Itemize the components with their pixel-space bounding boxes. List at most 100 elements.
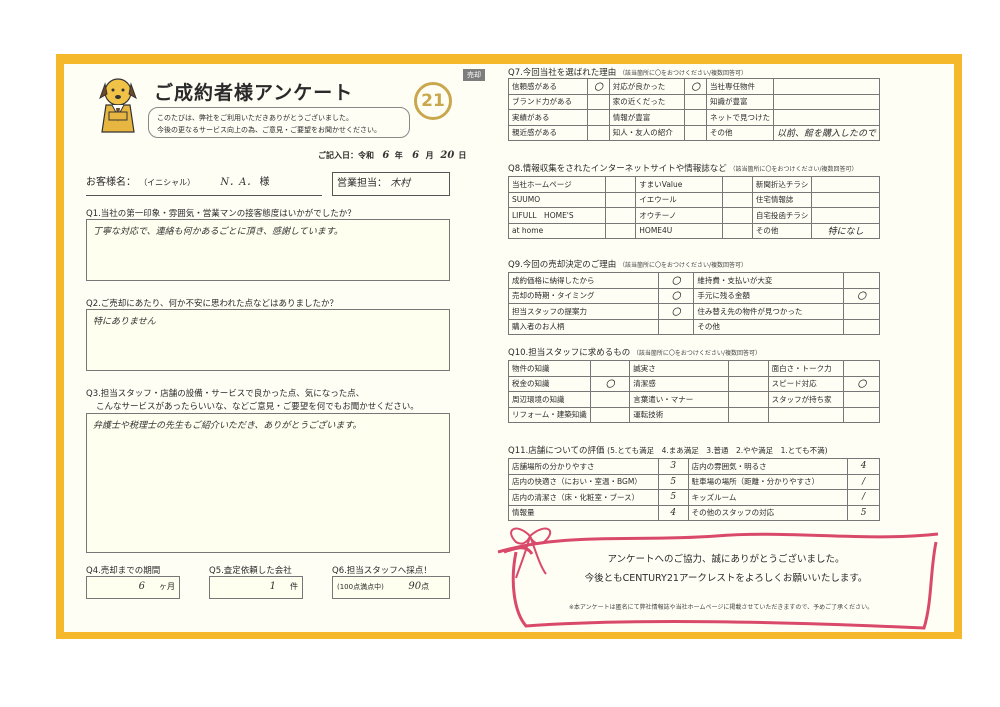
q9-option-label: 売却の時期・タイミング: [508, 287, 659, 304]
q9-answer-cell[interactable]: [843, 318, 880, 335]
q8-answer-cell[interactable]: [811, 176, 880, 193]
q10-answer-cell[interactable]: [728, 360, 769, 377]
q8-answer-cell[interactable]: [605, 191, 637, 208]
q4-label: Q4.売却までの期間: [86, 566, 161, 576]
q11-answer-cell[interactable]: /: [847, 473, 880, 490]
q11-answer-cell[interactable]: 4: [847, 458, 880, 475]
q7-answer-cell[interactable]: [772, 93, 881, 110]
q11-answer-cell[interactable]: 5: [657, 473, 689, 490]
q7-answer-cell[interactable]: [684, 93, 707, 110]
q7-row: ブランド力がある 家の近くだった 知識が豊富: [508, 93, 881, 110]
q9-answer-cell[interactable]: 〇: [657, 287, 695, 304]
form-title: ご成約者様アンケート: [154, 82, 354, 104]
q8-answer-cell[interactable]: [605, 222, 637, 239]
q6-answer-box[interactable]: (100点満点中) 90点: [332, 576, 450, 599]
q10-answer-cell[interactable]: [843, 391, 880, 408]
q4-answer-box[interactable]: 6 ヶ月: [86, 576, 180, 599]
q9-option-label: 成約価格に納得したから: [508, 272, 659, 289]
q11-answer-cell[interactable]: 4: [657, 504, 689, 521]
q8-option-label: イエウール: [635, 191, 723, 208]
q11-answer-cell[interactable]: 5: [657, 489, 689, 506]
q7-answer-cell[interactable]: 以前、館を購入したので: [772, 124, 881, 141]
q11-option-label: 店内の雰囲気・明るさ: [687, 458, 849, 475]
q8-answer-cell[interactable]: [721, 222, 753, 239]
q3-answer-box[interactable]: 弁護士や税理士の先生もご紹介いただき、ありがとうございます。: [86, 413, 450, 553]
date-month[interactable]: 6: [406, 150, 426, 161]
q8-option-label: HOME4U: [635, 222, 723, 239]
q9-row: 成約価格に納得したから〇維持費・支払いが大変: [508, 272, 880, 289]
q7-answer-cell[interactable]: 〇: [684, 78, 707, 95]
q7-answer-cell[interactable]: [586, 124, 610, 141]
q8-answer-cell[interactable]: [605, 207, 637, 224]
q7-answer-cell[interactable]: [684, 124, 707, 141]
q7-answer-cell[interactable]: [772, 78, 881, 95]
q9-answer-cell[interactable]: 〇: [843, 287, 880, 304]
q7-option-label: 当社専任物件: [705, 78, 774, 95]
q8-row: at home HOME4U その他 特になし: [507, 222, 880, 239]
q2-question: Q2.ご売却にあたり、何か不安に思われた点などはありましたか？: [86, 299, 339, 309]
q9-table: 成約価格に納得したから〇維持費・支払いが大変 売却の時期・タイミング〇手元に残る金…: [508, 272, 880, 335]
q9-answer-cell[interactable]: 〇: [657, 303, 695, 320]
q7-answer-cell[interactable]: 〇: [586, 78, 610, 95]
date-year[interactable]: 6: [377, 150, 395, 161]
q11-answer-cell[interactable]: 5: [847, 504, 880, 521]
q2-answer-box[interactable]: 特にありません: [86, 309, 450, 371]
q8-answer-cell[interactable]: [721, 207, 753, 224]
q5-label: Q5.査定依頼した会社: [209, 566, 292, 576]
q8-option-label: LIFULL HOME'S: [507, 207, 607, 224]
q11-row: 情報量 4 その他のスタッフの対応 5: [508, 504, 880, 521]
q11-answer-cell[interactable]: /: [847, 489, 880, 506]
q9-answer-cell[interactable]: [843, 272, 880, 289]
q6-sub: (100点満点中): [337, 583, 384, 591]
q7-option-label: ネットで見つけた: [705, 109, 774, 126]
q9-answer-cell[interactable]: [657, 318, 695, 335]
q10-answer-cell[interactable]: [589, 391, 631, 408]
q10-option-label: [767, 406, 845, 423]
q9-header: Q9.今回の売却決定のご理由 （該当箇所に〇をおつけください/複数回答可）: [508, 258, 747, 270]
q7-title: Q7.今回当社を選ばれた理由: [508, 68, 617, 78]
q9-answer-cell[interactable]: [843, 303, 880, 320]
q7-option-label: 実績がある: [508, 109, 588, 126]
staff-field[interactable]: 営業担当： 木村: [332, 172, 450, 196]
q10-answer-cell[interactable]: [728, 406, 769, 423]
q8-option-label: at home: [507, 222, 607, 239]
q10-answer-cell[interactable]: [589, 360, 631, 377]
thanks-message: アンケートへのご協力、誠にありがとうございました。 今後ともCENTURY21ア…: [546, 550, 906, 588]
q8-answer-cell[interactable]: [721, 176, 753, 193]
q9-option-label: 手元に残る金額: [693, 287, 845, 304]
q10-table: 物件の知識 誠実さ 面白さ・トーク力 税金の知識〇清潔感 スピード対応〇周辺環境の知識言…: [508, 360, 880, 423]
q10-answer-cell[interactable]: 〇: [589, 375, 631, 392]
q10-option-label: 面白さ・トーク力: [767, 360, 845, 377]
customer-label: お客様名：: [86, 177, 136, 188]
q8-answer-cell[interactable]: [811, 207, 880, 224]
q7-answer-cell[interactable]: [586, 109, 610, 126]
q8-option-label: すまいValue: [635, 176, 723, 193]
q10-answer-cell[interactable]: [728, 375, 769, 392]
q10-answer-cell[interactable]: [589, 406, 631, 423]
q9-row: 売却の時期・タイミング〇手元に残る金額〇: [508, 287, 880, 304]
q10-answer-cell[interactable]: 〇: [843, 375, 880, 392]
q10-answer-cell[interactable]: [843, 360, 880, 377]
q11-answer-cell[interactable]: 3: [657, 458, 689, 475]
q7-answer-cell[interactable]: [684, 109, 707, 126]
q11-option-label: 店舗場所の分かりやすさ: [508, 458, 659, 475]
date-day[interactable]: 20: [436, 150, 458, 161]
q7-answer-cell[interactable]: [586, 93, 610, 110]
q8-answer-cell[interactable]: [605, 176, 637, 193]
q9-answer-cell[interactable]: 〇: [657, 272, 695, 289]
q1-answer-box[interactable]: 丁寧な対応で、連絡も何かあるごとに頂き、感謝しています。: [86, 219, 450, 281]
q6-value: 90: [408, 581, 422, 592]
q7-answer-cell[interactable]: [772, 109, 881, 126]
q11-option-label: 店内の清潔さ（床・化粧室・ブース）: [508, 489, 659, 506]
q8-answer-cell[interactable]: [721, 191, 753, 208]
q10-answer-cell[interactable]: [843, 406, 880, 423]
q8-answer-cell[interactable]: 特になし: [811, 222, 880, 239]
q8-answer-cell[interactable]: [811, 191, 880, 208]
q11-title: Q11.店舗についての評価: [508, 446, 605, 456]
q5-value: 1: [269, 581, 276, 592]
q9-note: （該当箇所に〇をおつけください/複数回答可）: [619, 262, 748, 269]
q5-answer-box[interactable]: 1件: [209, 576, 303, 599]
customer-name-field[interactable]: お客様名： （イニシャル） N．A． 様: [86, 172, 322, 196]
q10-row: 物件の知識 誠実さ 面白さ・トーク力: [508, 360, 880, 377]
q10-answer-cell[interactable]: [728, 391, 769, 408]
